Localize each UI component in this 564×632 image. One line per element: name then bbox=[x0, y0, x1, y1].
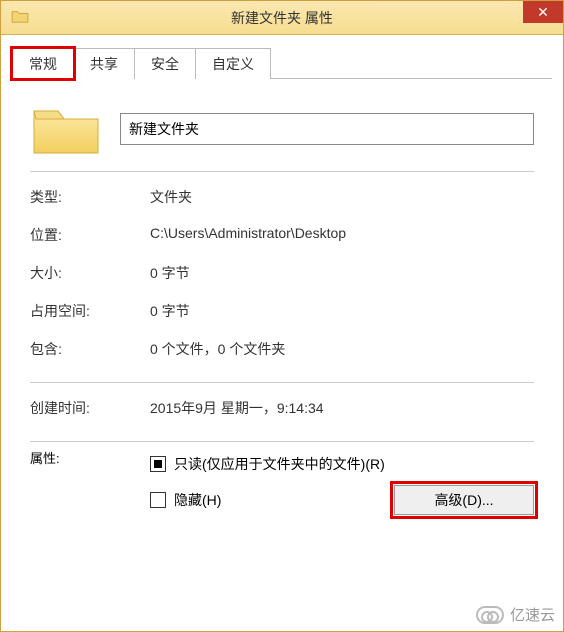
disk-label: 占用空间: bbox=[30, 301, 150, 321]
type-value: 文件夹 bbox=[150, 187, 534, 207]
folder-large-icon bbox=[30, 101, 102, 157]
type-label: 类型: bbox=[30, 187, 150, 207]
readonly-checkbox[interactable] bbox=[150, 456, 166, 472]
created-label: 创建时间: bbox=[30, 398, 150, 418]
location-value: C:\Users\Administrator\Desktop bbox=[150, 225, 534, 245]
tab-sharing[interactable]: 共享 bbox=[73, 48, 135, 79]
size-label: 大小: bbox=[30, 263, 150, 283]
tab-security[interactable]: 安全 bbox=[134, 48, 196, 79]
divider bbox=[30, 382, 534, 383]
watermark: 亿速云 bbox=[476, 604, 555, 625]
size-value: 0 字节 bbox=[150, 263, 534, 283]
close-button[interactable]: ✕ bbox=[523, 1, 563, 23]
watermark-icon bbox=[476, 606, 504, 624]
attributes-label: 属性: bbox=[30, 448, 150, 516]
tab-bar: 常规 共享 安全 自定义 bbox=[12, 49, 552, 79]
location-label: 位置: bbox=[30, 225, 150, 245]
properties-dialog: 新建文件夹 属性 ✕ 常规 共享 安全 自定义 bbox=[0, 0, 564, 632]
readonly-label: 只读(仅应用于文件夹中的文件)(R) bbox=[174, 454, 385, 474]
advanced-button[interactable]: 高级(D)... bbox=[394, 485, 534, 515]
tab-customize[interactable]: 自定义 bbox=[195, 48, 271, 79]
tab-general[interactable]: 常规 bbox=[12, 48, 74, 79]
folder-icon bbox=[11, 9, 29, 23]
dialog-body: 常规 共享 安全 自定义 bbox=[1, 35, 563, 631]
window-title: 新建文件夹 属性 bbox=[231, 8, 333, 28]
hidden-checkbox[interactable] bbox=[150, 492, 166, 508]
watermark-text: 亿速云 bbox=[510, 604, 555, 625]
divider bbox=[30, 171, 534, 172]
divider bbox=[30, 441, 534, 442]
created-value: 2015年9月 星期一，9:14:34 bbox=[150, 398, 534, 418]
folder-name-input[interactable] bbox=[120, 113, 534, 145]
disk-value: 0 字节 bbox=[150, 301, 534, 321]
titlebar: 新建文件夹 属性 ✕ bbox=[1, 1, 563, 35]
contains-value: 0 个文件，0 个文件夹 bbox=[150, 339, 534, 359]
tab-content-general: 类型: 文件夹 位置: C:\Users\Administrator\Deskt… bbox=[12, 79, 552, 526]
contains-label: 包含: bbox=[30, 339, 150, 359]
hidden-label: 隐藏(H) bbox=[174, 490, 221, 510]
